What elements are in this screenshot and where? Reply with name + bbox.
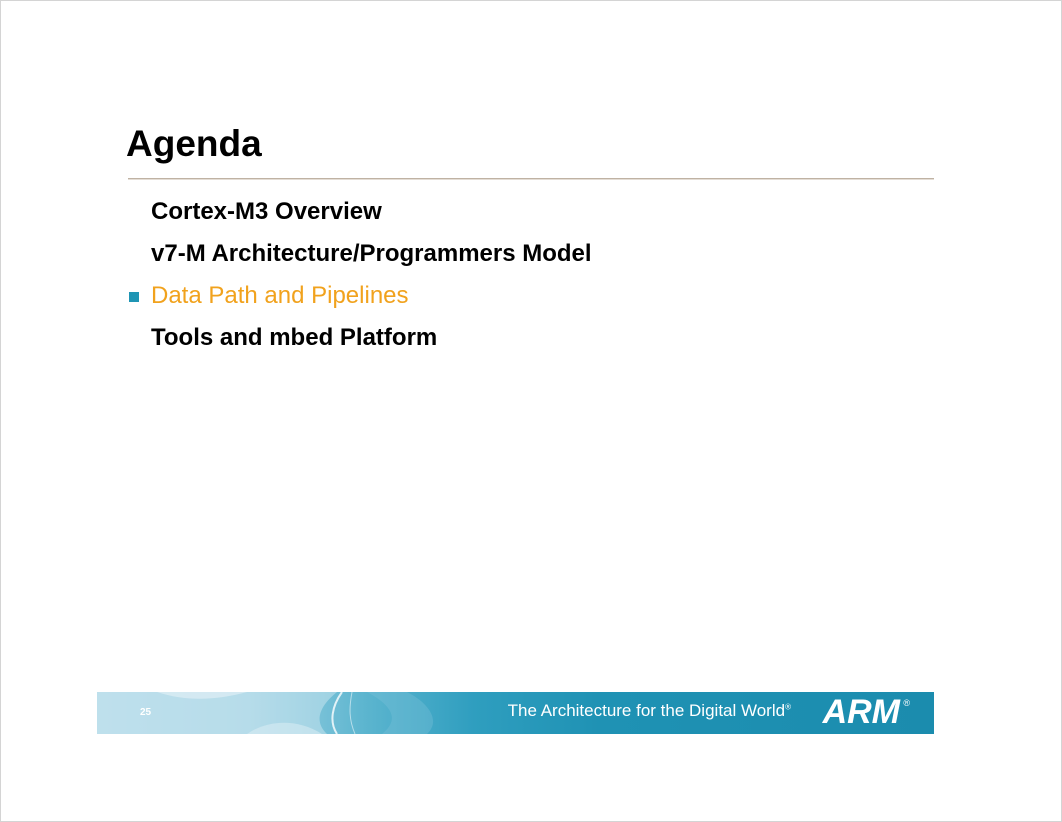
arm-logo: ARM xyxy=(822,693,900,731)
agenda-list: Cortex-M3 Overview v7-M Architecture/Pro… xyxy=(129,194,592,362)
slide-title: Agenda xyxy=(126,123,262,164)
agenda-item-current: Data Path and Pipelines xyxy=(129,278,592,320)
agenda-item-label: Cortex-M3 Overview xyxy=(151,198,382,225)
tagline-text: The Architecture for the Digital World xyxy=(507,701,786,720)
footer-banner: 25 The Architecture for the Digital Worl… xyxy=(97,692,934,734)
agenda-item-label: Data Path and Pipelines xyxy=(151,282,409,309)
tagline-registered-mark: ® xyxy=(785,702,791,712)
title-divider xyxy=(128,178,934,180)
footer-tagline: The Architecture for the Digital World® xyxy=(508,701,791,721)
agenda-item-label: Tools and mbed Platform xyxy=(151,324,438,351)
agenda-item: Cortex-M3 Overview xyxy=(129,194,592,236)
logo-registered-mark: ® xyxy=(903,698,910,708)
bullet-square-icon xyxy=(129,292,139,302)
agenda-item: Tools and mbed Platform xyxy=(129,320,592,362)
slide: Agenda Cortex-M3 Overview v7-M Architect… xyxy=(0,0,1062,822)
agenda-item: v7-M Architecture/Programmers Model xyxy=(129,236,592,278)
page-number: 25 xyxy=(140,707,152,718)
agenda-item-label: v7-M Architecture/Programmers Model xyxy=(151,240,592,267)
